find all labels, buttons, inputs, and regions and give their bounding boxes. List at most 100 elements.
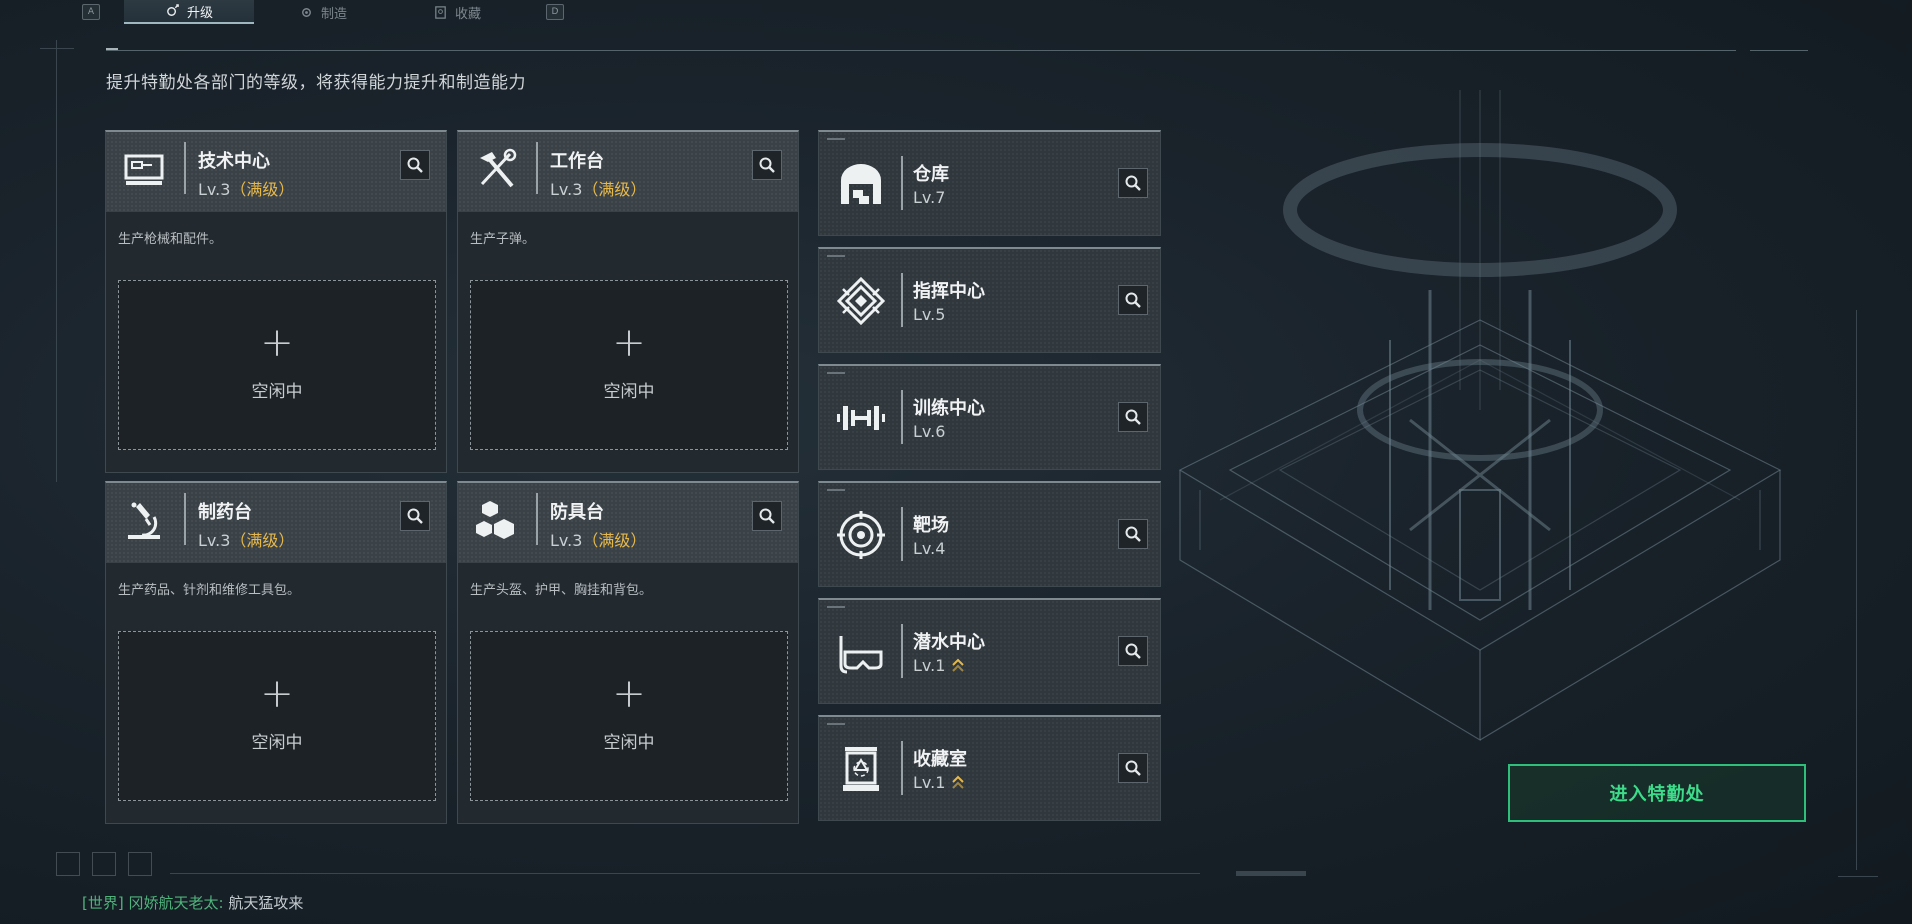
facility-row-command-center[interactable]: 指挥中心 Lv.5 — [818, 247, 1161, 353]
world-chat-message[interactable]: [世界] 冈娇航天老太: 航天猛攻来 — [82, 892, 303, 913]
inspect-button[interactable] — [400, 150, 430, 180]
bottom-hotkey-1 — [56, 852, 80, 876]
add-icon: + — [612, 671, 646, 717]
chat-text: 航天猛攻来 — [228, 894, 304, 912]
search-icon — [1125, 760, 1141, 776]
bottom-frame-line — [170, 873, 1200, 874]
warehouse-icon — [835, 158, 887, 210]
card-header: 制药台 Lv.3（满级） — [106, 483, 446, 563]
top-divider-line — [106, 50, 1736, 51]
facility-level: Lv.7 — [913, 188, 946, 207]
search-icon — [1125, 526, 1141, 542]
search-icon — [1125, 292, 1141, 308]
facility-card-tech-center[interactable]: 技术中心 Lv.3（满级） 生产枪械和配件。 + 空闲中 — [105, 130, 447, 473]
facility-description: 生产枪械和配件。 — [118, 232, 223, 247]
inspect-button[interactable] — [1118, 519, 1148, 549]
enter-special-ops-button[interactable]: 进入特勤处 — [1508, 764, 1806, 822]
header-separator — [184, 142, 186, 194]
production-slot[interactable]: + 空闲中 — [118, 631, 436, 801]
facility-level: Lv.1 — [913, 773, 965, 792]
tab-next-key[interactable]: D — [546, 4, 564, 20]
search-icon — [1125, 643, 1141, 659]
facility-level: Lv.3（满级） — [550, 531, 647, 550]
slot-status: 空闲中 — [251, 382, 303, 402]
slot-status: 空闲中 — [603, 382, 655, 402]
row-corner-mark — [827, 138, 845, 140]
inspect-button[interactable] — [1118, 753, 1148, 783]
search-icon — [1125, 175, 1141, 191]
target-icon — [835, 509, 887, 561]
card-header: 工作台 Lv.3（满级） — [458, 132, 798, 212]
facility-row-collection-room[interactable]: 收藏室 Lv.1 — [818, 715, 1161, 821]
facility-name: 防具台 — [550, 502, 604, 523]
max-level-tag: （满级） — [582, 531, 647, 550]
facility-row-shooting-range[interactable]: 靶场 Lv.4 — [818, 481, 1161, 587]
tab-upgrade[interactable]: 升级 — [124, 0, 254, 24]
inspect-button[interactable] — [752, 150, 782, 180]
row-separator — [901, 507, 903, 561]
card-header: 技术中心 Lv.3（满级） — [106, 132, 446, 212]
upgrade-available-icon — [952, 658, 965, 672]
production-slot[interactable]: + 空闲中 — [118, 280, 436, 450]
inspect-button[interactable] — [1118, 402, 1148, 432]
tab-upgrade-label: 升级 — [186, 5, 213, 21]
facility-card-armor-bench[interactable]: 防具台 Lv.3（满级） 生产头盔、护甲、胸挂和背包。 + 空闲中 — [457, 481, 799, 824]
bottom-hotkey-2 — [92, 852, 116, 876]
top-divider-cap-left — [106, 48, 118, 50]
row-corner-mark — [827, 255, 845, 257]
facility-row-diving-center[interactable]: 潜水中心 Lv.1 — [818, 598, 1161, 704]
production-slot[interactable]: + 空闲中 — [470, 280, 788, 450]
search-icon — [407, 508, 423, 524]
header-separator — [536, 142, 538, 194]
bottom-hotkey-3 — [128, 852, 152, 876]
facility-level: Lv.3（满级） — [198, 531, 295, 550]
production-slot[interactable]: + 空闲中 — [470, 631, 788, 801]
facility-name: 潜水中心 — [913, 632, 985, 653]
card-header: 防具台 Lv.3（满级） — [458, 483, 798, 563]
collection-tab-icon — [435, 5, 446, 19]
inspect-button[interactable] — [1118, 285, 1148, 315]
upgrade-gear-icon — [167, 3, 179, 16]
facility-level: Lv.1 — [913, 656, 965, 675]
facility-row-warehouse[interactable]: 仓库 Lv.7 — [818, 130, 1161, 236]
header-separator — [536, 493, 538, 545]
inspect-button[interactable] — [400, 501, 430, 531]
inspect-button[interactable] — [1118, 168, 1148, 198]
facility-name: 指挥中心 — [913, 281, 985, 302]
facility-description: 生产子弹。 — [470, 232, 536, 247]
tab-collection[interactable]: 收藏 — [392, 0, 522, 24]
tab-craft[interactable]: 制造 — [258, 0, 388, 24]
facility-name: 制药台 — [198, 502, 252, 523]
diving-mask-icon — [835, 626, 887, 678]
row-separator — [901, 156, 903, 210]
hammer-wrench-icon — [472, 146, 520, 194]
search-icon — [407, 157, 423, 173]
top-divider-line-end — [1750, 50, 1808, 51]
bottom-frame-bar — [1236, 871, 1306, 876]
facility-row-training-center[interactable]: 训练中心 Lv.6 — [818, 364, 1161, 470]
chat-channel: [世界] — [82, 894, 124, 912]
row-separator — [901, 273, 903, 327]
facility-name: 靶场 — [913, 515, 949, 536]
row-corner-mark — [827, 489, 845, 491]
facility-name: 收藏室 — [913, 749, 967, 770]
search-icon — [759, 508, 775, 524]
upgrade-available-icon — [952, 775, 965, 789]
inspect-button[interactable] — [1118, 636, 1148, 666]
facility-level: Lv.3（满级） — [550, 180, 647, 199]
row-separator — [901, 624, 903, 678]
add-icon: + — [260, 671, 294, 717]
tab-collection-label: 收藏 — [454, 6, 481, 22]
add-icon: + — [260, 320, 294, 366]
computer-icon — [120, 146, 168, 194]
tab-craft-label: 制造 — [320, 6, 347, 22]
search-icon — [1125, 409, 1141, 425]
facility-card-workbench[interactable]: 工作台 Lv.3（满级） 生产子弹。 + 空闲中 — [457, 130, 799, 473]
inspect-button[interactable] — [752, 501, 782, 531]
command-emblem-icon — [835, 275, 887, 327]
facility-card-pharmacy[interactable]: 制药台 Lv.3（满级） 生产药品、针剂和维修工具包。 + 空闲中 — [105, 481, 447, 824]
slot-status: 空闲中 — [251, 733, 303, 753]
tab-prev-key[interactable]: A — [82, 4, 100, 20]
craft-gear-icon — [302, 7, 311, 17]
facility-description: 生产头盔、护甲、胸挂和背包。 — [470, 583, 653, 598]
